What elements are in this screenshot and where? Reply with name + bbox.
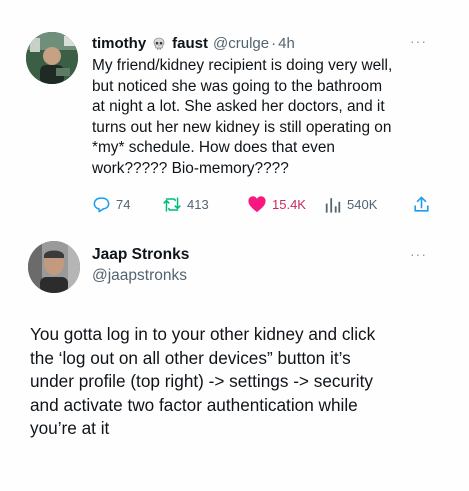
reply-icon xyxy=(93,196,110,212)
display-name[interactable]: Jaap Stronks xyxy=(92,245,189,265)
reply-button[interactable]: 74 xyxy=(92,194,130,214)
display-name[interactable]: timothy xyxy=(92,34,146,54)
views-count: 540K xyxy=(347,196,378,212)
tweet-2: Jaap Stronks @jaapstronks ··· You gotta … xyxy=(0,228,469,491)
share-icon xyxy=(414,196,429,212)
separator-dot: · xyxy=(271,35,277,52)
avatar-jaap-stronks[interactable] xyxy=(28,241,80,293)
timestamp[interactable]: 4h xyxy=(278,34,295,54)
display-name-part-2[interactable]: faust xyxy=(172,34,208,54)
tweet-1-text: My friend/kidney recipient is doing very… xyxy=(92,57,393,177)
share-button[interactable] xyxy=(412,194,431,214)
like-button[interactable]: 15.4K xyxy=(247,194,306,214)
retweet-icon xyxy=(163,196,181,212)
retweet-count: 413 xyxy=(187,196,209,212)
handle[interactable]: @jaapstronks xyxy=(92,266,187,286)
more-options-icon[interactable]: ··· xyxy=(410,246,427,262)
views-button[interactable]: 540K xyxy=(324,194,377,214)
like-count: 15.4K xyxy=(272,196,306,212)
more-options-icon[interactable]: ··· xyxy=(410,33,427,49)
views-bar-chart-icon xyxy=(325,197,341,213)
retweet-button[interactable]: 413 xyxy=(162,194,209,214)
tweet-1-header: timothy faust @crulge · 4h xyxy=(92,34,295,54)
skull-emoji-icon xyxy=(152,37,166,51)
tweet-1: timothy faust @crulge · 4h ··· My friend… xyxy=(0,0,469,228)
handle[interactable]: @crulge xyxy=(213,34,269,54)
reply-count: 74 xyxy=(116,196,131,212)
tweet-2-text: You gotta log in to your other kidney an… xyxy=(30,324,376,438)
heart-icon xyxy=(248,196,266,213)
avatar-timothy[interactable] xyxy=(26,32,78,84)
tweet-1-actions: 74 413 15.4K 540K xyxy=(92,194,442,216)
